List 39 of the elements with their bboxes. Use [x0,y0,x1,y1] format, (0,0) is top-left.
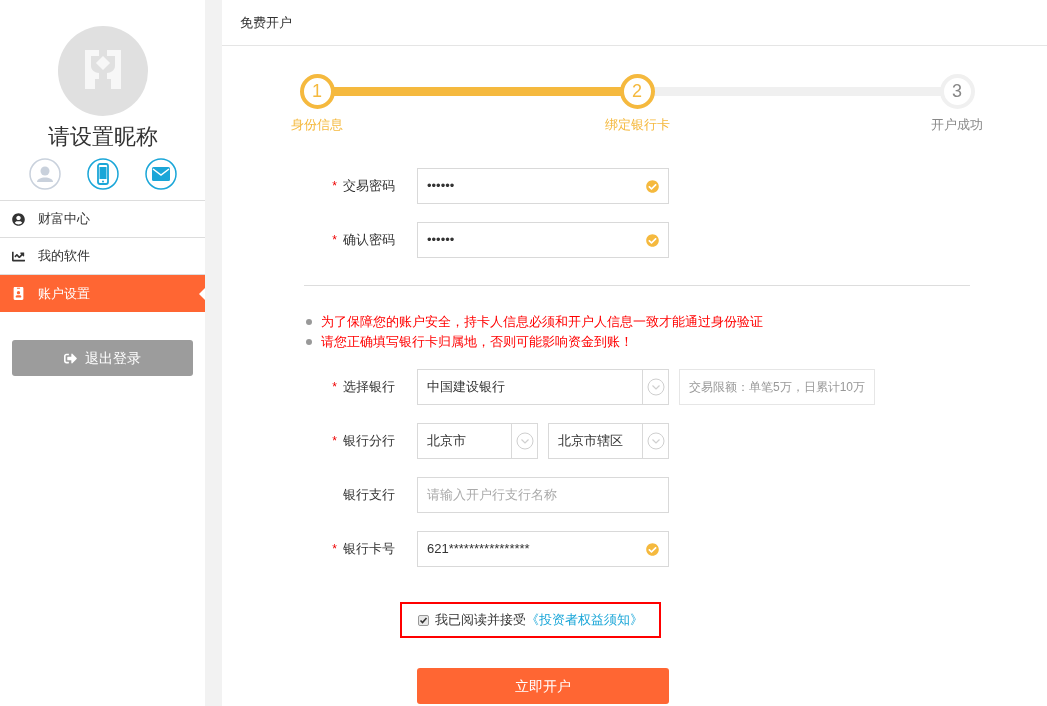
chevron-down-icon [646,432,665,450]
chart-icon [12,249,25,263]
field-label: 确认密码 [343,231,395,250]
required-mark: * [332,541,337,558]
select-field[interactable]: 北京市 [417,423,538,459]
required-mark: * [332,232,337,249]
notice-text: 为了保障您的账户安全，持卡人信息必须和开户人信息一致才能通过身份验证 [321,313,763,331]
badge-icon [12,287,25,300]
notice-text: 请您正确填写银行卡归属地，否则可能影响资金到账！ [321,333,633,351]
field-label: 交易密码 [343,177,395,196]
step-label: 绑定银行卡 [604,116,670,134]
limit-hint: 交易限额：单笔5万，日累计10万 [679,369,876,405]
agreement-text: 我已阅读并接受 [435,611,526,630]
user-icon [12,212,25,226]
nickname: 请设置昵称 [47,123,158,151]
required-mark: * [332,433,337,450]
input-field[interactable]: 621**************** [417,531,669,567]
required-mark: * [332,178,337,195]
logout-icon [64,351,77,365]
input-field[interactable]: •••••• [417,168,669,204]
select-field[interactable]: 中国建设银行 [417,369,669,405]
input-field[interactable]: •••••• [417,222,669,258]
checkmark-icon [419,615,428,625]
field-label: 银行分行 [343,432,395,451]
field-label: 银行支行 [343,486,395,505]
field-label: 选择银行 [343,378,395,397]
step-label: 开户成功 [931,116,983,134]
agreement-checkbox[interactable] [418,614,429,626]
pointer-arrow [199,288,205,300]
page-title: 免费开户 [240,13,292,32]
chevron-down-icon [646,378,665,396]
field-label: 银行卡号 [343,540,395,559]
select-field[interactable]: 北京市辖区 [548,423,669,459]
phone-icon[interactable] [86,158,119,190]
step-label: 身份信息 [291,116,343,134]
required-mark: * [332,379,337,396]
chevron-down-icon [515,432,534,450]
mail-icon[interactable] [144,158,177,190]
user-icon[interactable] [28,158,61,190]
